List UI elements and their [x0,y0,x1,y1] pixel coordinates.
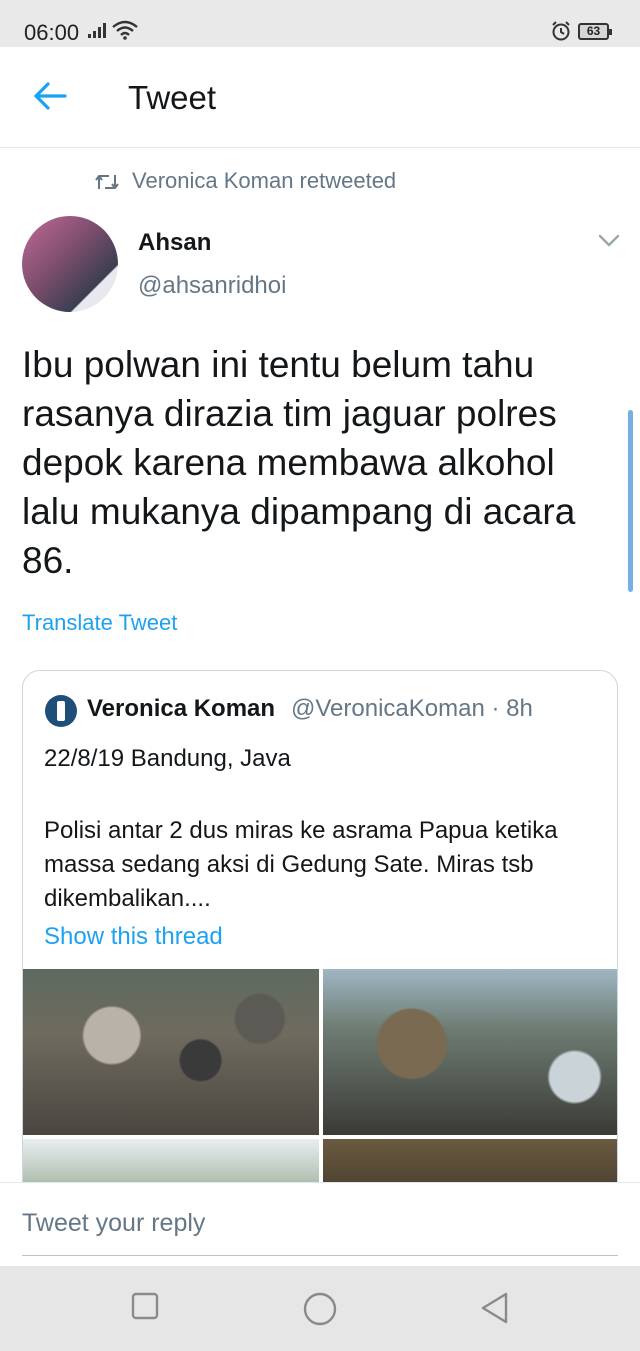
back-icon[interactable] [480,1292,508,1324]
battery-icon: 63 [578,23,612,40]
battery-level: 63 [586,24,601,38]
quoted-text-line1: 22/8/19 Bandung, Java [44,745,291,772]
author-name[interactable]: Ahsan [138,229,211,257]
reply-bar: Tweet your reply [0,1182,640,1267]
quoted-text-line2: Polisi antar 2 dus miras ke asrama Papua… [44,817,558,912]
media-photo-1[interactable] [23,969,319,1135]
quoted-author-handle: @VeronicaKoman · 8h [291,695,533,722]
arrow-left-icon[interactable] [32,81,68,111]
show-thread-link[interactable]: Show this thread [44,923,223,951]
quoted-tweet-card[interactable]: Veronica Koman @VeronicaKoman · 8h 22/8/… [22,670,618,1230]
wifi-icon [112,20,138,40]
avatar[interactable] [22,216,118,312]
status-time: 06:00 [24,20,80,45]
reply-input[interactable]: Tweet your reply [22,1209,205,1238]
quoted-avatar [45,695,77,727]
tweet-text: Ibu polwan ini tentu belum tahu rasanya … [22,344,576,581]
system-nav-bar [0,1266,640,1351]
alarm-icon [552,21,570,41]
author-handle[interactable]: @ahsanridhoi [138,272,286,300]
reply-underline [22,1255,618,1256]
quoted-author-name: Veronica Koman [87,695,276,722]
home-icon[interactable] [303,1292,337,1326]
retweet-icon [95,175,119,190]
app-bar: Tweet [0,47,640,148]
recents-icon[interactable] [131,1292,159,1320]
scrollbar[interactable] [628,410,633,592]
translate-tweet-link[interactable]: Translate Tweet [22,610,177,636]
status-bar: 06:00 63 [0,0,640,47]
media-photo-2[interactable] [323,969,617,1135]
retweet-context: Veronica Koman retweeted [94,168,396,194]
retweet-context-label: Veronica Koman retweeted [132,168,397,193]
page-title: Tweet [128,79,217,116]
signal-icon [88,23,106,38]
chevron-down-icon[interactable] [598,234,620,248]
